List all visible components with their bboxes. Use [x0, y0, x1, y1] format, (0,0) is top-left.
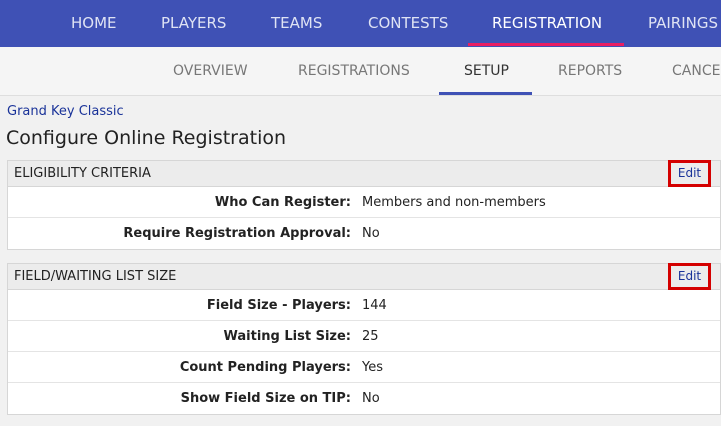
page-title: Configure Online Registration [6, 127, 287, 149]
setting-value: 144 [362, 298, 387, 313]
setting-value: 25 [362, 329, 379, 344]
setting-row: Require Registration Approval: No [8, 218, 720, 249]
nav-teams[interactable]: TEAMS [271, 0, 322, 47]
eligibility-criteria-panel: ELIGIBILITY CRITERIA Edit Who Can Regist… [7, 160, 721, 250]
subnav-active-indicator [439, 92, 532, 95]
setting-label: Who Can Register: [214, 195, 351, 210]
subnav-cancel[interactable]: CANCEL [672, 47, 721, 95]
nav-contests[interactable]: CONTESTS [368, 0, 448, 47]
setting-label: Field Size - Players: [206, 298, 351, 313]
setting-row: Field Size - Players: 144 [8, 290, 720, 321]
setting-row: Waiting List Size: 25 [8, 321, 720, 352]
setting-row: Show Field Size on TIP: No [8, 383, 720, 414]
setting-label: Show Field Size on TIP: [180, 391, 351, 406]
sub-navigation: OVERVIEW REGISTRATIONS SETUP REPORTS CAN… [0, 47, 721, 96]
nav-home[interactable]: HOME [71, 0, 117, 47]
panel-header: FIELD/WAITING LIST SIZE Edit [8, 263, 720, 290]
panel-header: ELIGIBILITY CRITERIA Edit [8, 160, 720, 187]
setting-value: Members and non-members [362, 195, 546, 210]
setting-row: Count Pending Players: Yes [8, 352, 720, 383]
subnav-reports[interactable]: REPORTS [558, 47, 622, 95]
nav-players[interactable]: PLAYERS [161, 0, 226, 47]
nav-registration[interactable]: REGISTRATION [492, 0, 602, 47]
breadcrumb-event-link[interactable]: Grand Key Classic [7, 104, 124, 119]
setting-value: Yes [362, 360, 383, 375]
subnav-registrations[interactable]: REGISTRATIONS [298, 47, 410, 95]
active-tab-indicator [468, 43, 624, 46]
subnav-overview[interactable]: OVERVIEW [173, 47, 248, 95]
setting-label: Count Pending Players: [179, 360, 351, 375]
setting-value: No [362, 226, 380, 241]
setting-label: Waiting List Size: [223, 329, 351, 344]
field-waiting-list-panel: FIELD/WAITING LIST SIZE Edit Field Size … [7, 263, 721, 415]
panel-title: FIELD/WAITING LIST SIZE [14, 269, 177, 284]
setting-value: No [362, 391, 380, 406]
subnav-setup[interactable]: SETUP [464, 47, 509, 95]
setting-label: Require Registration Approval: [123, 226, 351, 241]
top-navigation: HOME PLAYERS TEAMS CONTESTS REGISTRATION… [0, 0, 721, 47]
panel-title: ELIGIBILITY CRITERIA [14, 166, 151, 181]
nav-pairings[interactable]: PAIRINGS [648, 0, 718, 47]
edit-eligibility-button[interactable]: Edit [668, 160, 711, 187]
setting-row: Who Can Register: Members and non-member… [8, 187, 720, 218]
edit-field-size-button[interactable]: Edit [668, 263, 711, 290]
